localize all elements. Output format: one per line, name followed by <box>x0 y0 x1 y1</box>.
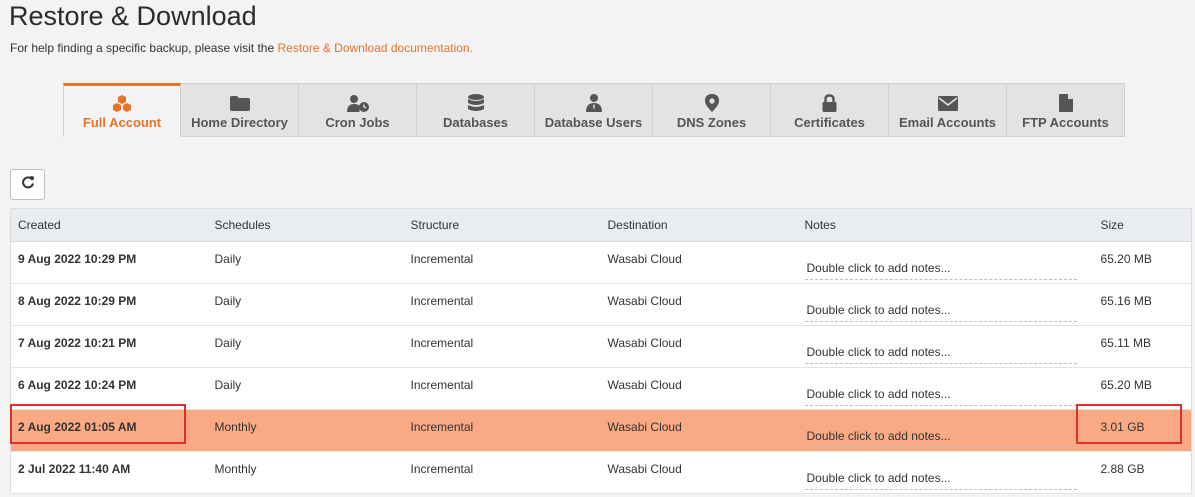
tab-label: Home Directory <box>191 115 288 130</box>
size-cell: 65.16 MB <box>1100 293 1152 308</box>
tab-label: Cron Jobs <box>325 115 390 130</box>
tab-bar: Full Account Home Directory Cron Jobs Da… <box>63 83 1125 137</box>
tab-home-directory[interactable]: Home Directory <box>181 83 299 137</box>
database-icon <box>467 94 484 112</box>
notes-field[interactable]: Double click to add notes... <box>804 342 1077 364</box>
map-marker-icon <box>704 94 719 112</box>
tab-label: Certificates <box>794 115 865 130</box>
created-cell: 2 Aug 2022 01:05 AM <box>18 419 137 434</box>
tab-label: Databases <box>442 115 509 130</box>
tab-label: Full Account <box>82 115 162 130</box>
help-text: For help finding a specific backup, plea… <box>10 41 473 55</box>
structure-cell: Incremental <box>410 461 474 476</box>
created-cell: 8 Aug 2022 10:29 PM <box>18 293 137 308</box>
column-header-structure[interactable]: Structure <box>403 208 601 242</box>
schedule-cell: Daily <box>214 335 242 350</box>
tab-ftp-accounts[interactable]: FTP Accounts <box>1007 83 1125 137</box>
notes-field[interactable]: Double click to add notes... <box>804 258 1077 280</box>
structure-cell: Incremental <box>410 419 474 434</box>
destination-cell: Wasabi Cloud <box>607 419 682 434</box>
destination-cell: Wasabi Cloud <box>607 335 682 350</box>
user-clock-icon <box>346 94 369 112</box>
created-cell: 9 Aug 2022 10:29 PM <box>18 251 137 266</box>
size-cell: 65.20 MB <box>1100 251 1152 266</box>
column-header-size[interactable]: Size <box>1093 208 1192 242</box>
tab-label: Email Accounts <box>898 115 997 130</box>
envelope-icon <box>937 94 958 112</box>
schedule-cell: Monthly <box>214 461 257 476</box>
user-tie-icon <box>585 94 602 112</box>
help-text-prefix: For help finding a specific backup, plea… <box>10 41 278 55</box>
tab-email-accounts[interactable]: Email Accounts <box>889 83 1007 137</box>
table-row[interactable]: 6 Aug 2022 10:24 PM Daily Incremental Wa… <box>10 367 1192 410</box>
notes-field[interactable]: Double click to add notes... <box>804 468 1077 490</box>
column-header-destination[interactable]: Destination <box>600 208 798 242</box>
table-row[interactable]: 7 Aug 2022 10:21 PM Daily Incremental Wa… <box>10 325 1192 368</box>
column-header-schedules[interactable]: Schedules <box>207 208 404 242</box>
file-icon <box>1058 94 1073 112</box>
table-row[interactable]: 8 Aug 2022 10:29 PM Daily Incremental Wa… <box>10 283 1192 326</box>
notes-field[interactable]: Double click to add notes... <box>804 300 1077 322</box>
lock-icon <box>822 94 837 112</box>
schedule-cell: Daily <box>214 251 242 266</box>
structure-cell: Incremental <box>410 293 474 308</box>
created-cell: 2 Jul 2022 11:40 AM <box>18 461 131 476</box>
destination-cell: Wasabi Cloud <box>607 461 682 476</box>
size-cell: 65.20 MB <box>1100 377 1152 392</box>
backup-table: Created Schedules Structure Destination … <box>10 208 1192 494</box>
destination-cell: Wasabi Cloud <box>607 293 682 308</box>
page-title: Restore & Download <box>9 1 257 31</box>
destination-cell: Wasabi Cloud <box>607 377 682 392</box>
schedule-cell: Daily <box>214 293 242 308</box>
table-row[interactable]: 9 Aug 2022 10:29 PM Daily Incremental Wa… <box>10 241 1192 284</box>
tab-cron-jobs[interactable]: Cron Jobs <box>299 83 417 137</box>
created-cell: 6 Aug 2022 10:24 PM <box>18 377 137 392</box>
tab-dns-zones[interactable]: DNS Zones <box>653 83 771 137</box>
table-header-row: Created Schedules Structure Destination … <box>10 208 1192 242</box>
schedule-cell: Monthly <box>214 419 257 434</box>
notes-field[interactable]: Double click to add notes... <box>804 426 1077 448</box>
size-cell: 2.88 GB <box>1100 461 1145 476</box>
size-cell: 3.01 GB <box>1100 419 1145 434</box>
notes-field[interactable]: Double click to add notes... <box>804 384 1077 406</box>
refresh-button[interactable] <box>10 169 45 200</box>
structure-cell: Incremental <box>410 335 474 350</box>
tab-full-account[interactable]: Full Account <box>63 83 181 137</box>
created-cell: 7 Aug 2022 10:21 PM <box>18 335 137 350</box>
tab-label: DNS Zones <box>676 115 747 130</box>
table-row[interactable]: 2 Jul 2022 11:40 AM Monthly Incremental … <box>10 451 1192 494</box>
tab-database-users[interactable]: Database Users <box>535 83 653 137</box>
destination-cell: Wasabi Cloud <box>607 251 682 266</box>
structure-cell: Incremental <box>410 377 474 392</box>
size-cell: 65.11 MB <box>1100 335 1151 350</box>
column-header-created[interactable]: Created <box>10 208 208 242</box>
structure-cell: Incremental <box>410 251 474 266</box>
column-header-notes[interactable]: Notes <box>797 208 1094 242</box>
table-row-selected[interactable]: 2 Aug 2022 01:05 AM Monthly Incremental … <box>10 409 1192 452</box>
schedule-cell: Daily <box>214 377 242 392</box>
refresh-icon <box>21 175 35 194</box>
cubes-icon <box>112 94 132 112</box>
documentation-link[interactable]: Restore & Download documentation. <box>277 41 472 55</box>
folder-icon <box>229 94 250 112</box>
tab-databases[interactable]: Databases <box>417 83 535 137</box>
tab-certificates[interactable]: Certificates <box>771 83 889 137</box>
tab-label: FTP Accounts <box>1022 115 1109 130</box>
tab-label: Database Users <box>544 115 643 130</box>
